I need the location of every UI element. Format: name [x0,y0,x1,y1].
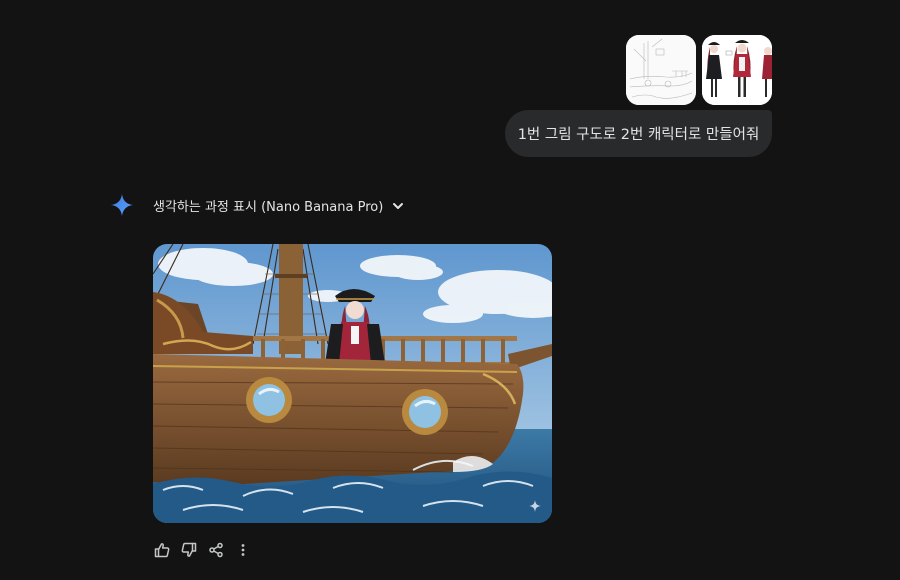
more-options-icon[interactable] [234,541,252,559]
user-message-bubble: 1번 그림 구도로 2번 캐릭터로 만들어줘 [505,110,772,157]
share-icon[interactable] [207,541,225,559]
thumbs-down-icon[interactable] [180,541,198,559]
chevron-down-icon [391,199,405,213]
attachment-thumbnail-sketch[interactable] [626,35,696,105]
gemini-sparkle-icon [110,193,134,217]
attachment-thumbnail-character-sheet[interactable] [702,35,772,105]
user-message-text: 1번 그림 구도로 2번 캐릭터로 만들어줘 [517,127,760,143]
show-thinking-label: 생각하는 과정 표시 (Nano Banana Pro) [153,200,384,215]
generated-image[interactable] [153,244,552,523]
thumbs-up-icon[interactable] [153,541,171,559]
show-thinking-toggle[interactable]: 생각하는 과정 표시 (Nano Banana Pro) [153,196,405,215]
response-actions [153,541,261,559]
